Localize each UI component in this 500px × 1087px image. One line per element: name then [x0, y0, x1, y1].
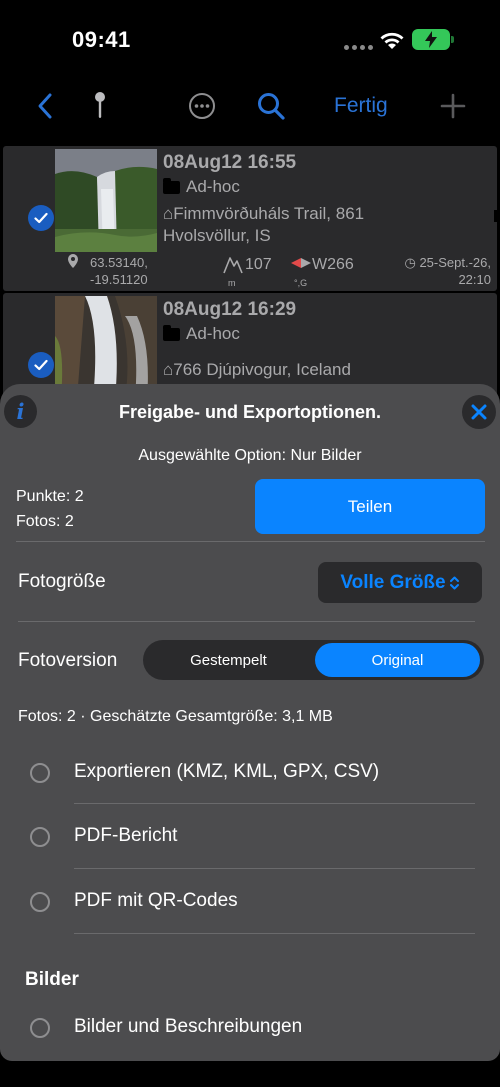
divider: [18, 621, 475, 622]
row-folder: Ad-hoc: [163, 324, 240, 344]
compass-icon: [291, 258, 311, 268]
photo-size-label: Fotogröße: [18, 571, 106, 592]
pin-icon[interactable]: [92, 90, 108, 120]
divider: [74, 933, 475, 934]
done-button[interactable]: Fertig: [334, 94, 388, 118]
row-address-line1: ⌂Fimmvörðuháls Trail, 861: [163, 204, 365, 223]
coord-lon: -19.51120: [90, 272, 148, 287]
search-icon[interactable]: [256, 91, 286, 121]
row-title: 08Aug12 16:55: [163, 152, 297, 173]
close-icon[interactable]: [462, 395, 496, 429]
checkmark-icon[interactable]: [28, 352, 54, 378]
row-coordinates: 63.53140, -19.51120: [90, 254, 148, 288]
battery-icon: [412, 29, 454, 50]
row-folder: Ad-hoc: [163, 177, 240, 197]
photo-size-value: Volle Größe: [340, 571, 446, 593]
size-estimate: Fotos: 2 · Geschätzte Gesamtgröße: 3,1 M…: [18, 708, 333, 725]
row-address: ⌂Fimmvörðuháls Trail, 861 Hvolsvöllur, I…: [163, 203, 364, 247]
option-images-descriptions-label: Bilder und Beschreibungen: [74, 1016, 303, 1037]
heading-value: W266: [312, 256, 354, 273]
share-export-sheet: i Freigabe- und Exportoptionen. Ausgewäh…: [0, 384, 500, 1061]
wifi-icon: [380, 32, 404, 49]
radio-button[interactable]: [30, 763, 50, 783]
date-line1: ◷ 25-Sept.-26,: [404, 255, 492, 270]
heading-unit: °,G: [294, 278, 308, 288]
photo-thumbnail: [55, 149, 157, 252]
radio-button[interactable]: [30, 827, 50, 847]
folder-icon: [163, 177, 180, 194]
points-count: Punkte: 2: [16, 488, 84, 505]
radio-button[interactable]: [30, 892, 50, 912]
option-export[interactable]: Exportieren (KMZ, KML, GPX, CSV): [0, 753, 500, 793]
row-address-line1: ⌂766 Djúpivogur, Iceland: [163, 360, 351, 379]
selected-option-text: Ausgewählte Option: Nur Bilder: [138, 447, 362, 464]
folder-icon: [163, 324, 180, 341]
status-bar: 09:41: [0, 0, 500, 80]
option-pdf-qr[interactable]: PDF mit QR-Codes: [0, 882, 500, 922]
radio-button[interactable]: [30, 1018, 50, 1038]
plus-icon[interactable]: [440, 93, 466, 119]
updown-chevron-icon: [449, 576, 459, 589]
counts: Punkte: 2 Fotos: 2: [16, 484, 84, 534]
option-pdf-report-label: PDF-Bericht: [74, 825, 178, 846]
mountain-icon: [223, 257, 243, 274]
row-address-line2: Hvolsvöllur, IS: [163, 226, 271, 245]
photo-version-segmented-control: Gestempelt Original: [143, 640, 484, 680]
segment-stamped[interactable]: Gestempelt: [146, 643, 311, 677]
option-export-label: Exportieren (KMZ, KML, GPX, CSV): [74, 761, 380, 782]
row-date: ◷ 25-Sept.-26, 22:10: [388, 254, 492, 288]
option-images-descriptions[interactable]: Bilder und Beschreibungen: [0, 1008, 500, 1048]
option-pdf-qr-label: PDF mit QR-Codes: [74, 890, 238, 911]
more-icon[interactable]: [188, 92, 216, 120]
row-folder-label: Ad-hoc: [186, 324, 240, 343]
option-pdf-report[interactable]: PDF-Bericht: [0, 817, 500, 857]
cellular-signal-icon: [344, 45, 373, 50]
divider: [74, 803, 475, 804]
checkmark-icon[interactable]: [28, 205, 54, 231]
date-line2: 22:10: [458, 272, 491, 287]
divider: [74, 868, 475, 869]
sheet-title: Freigabe- und Exportoptionen.: [119, 402, 381, 422]
divider: [16, 541, 485, 542]
location-icon: [68, 254, 78, 268]
photos-count: Fotos: 2: [16, 513, 74, 530]
segment-original[interactable]: Original: [315, 643, 480, 677]
coord-lat: 63.53140,: [90, 255, 148, 270]
scroll-indicator: [494, 210, 497, 222]
list-item[interactable]: 08Aug12 16:55 Ad-hoc ⌂Fimmvörðuháls Trai…: [3, 146, 497, 291]
row-address: ⌂766 Djúpivogur, Iceland: [163, 359, 351, 381]
photo-version-label: Fotoversion: [18, 650, 118, 671]
share-button[interactable]: Teilen: [255, 479, 485, 534]
row-folder-label: Ad-hoc: [186, 177, 240, 196]
section-images-heading: Bilder: [25, 969, 79, 990]
photo-size-select[interactable]: Volle Größe: [318, 562, 482, 603]
toolbar: Fertig: [0, 80, 500, 132]
back-chevron-icon[interactable]: [36, 92, 54, 120]
status-time: 09:41: [72, 27, 131, 52]
altitude-value: 107: [245, 256, 272, 273]
row-title: 08Aug12 16:29: [163, 299, 297, 320]
altitude-unit: m: [228, 278, 236, 288]
home-area: [0, 1061, 500, 1087]
